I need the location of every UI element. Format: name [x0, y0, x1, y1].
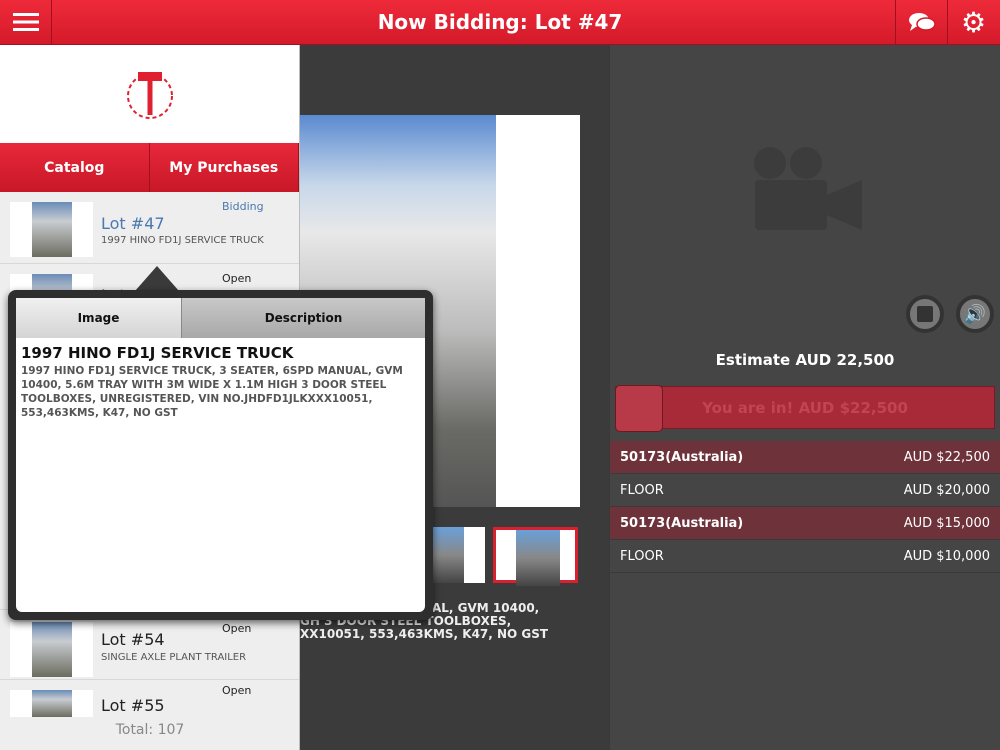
lot-status: Bidding	[222, 200, 264, 213]
bid-amount: AUD $22,500	[903, 449, 990, 465]
stop-icon	[917, 306, 933, 322]
popover-tab-description[interactable]: Description	[181, 298, 425, 338]
bid-amount: AUD $20,000	[903, 482, 990, 498]
lot-description: SINGLE AXLE PLANT TRAILER	[101, 652, 247, 663]
video-camera-icon	[754, 147, 862, 230]
estimate-label: Estimate AUD 22,500	[715, 351, 895, 369]
gears-icon: ⚙	[960, 5, 987, 39]
tab-catalog[interactable]: Catalog	[0, 143, 150, 192]
popover-arrow	[135, 266, 179, 291]
bidder: FLOOR	[620, 548, 664, 564]
settings-button[interactable]: ⚙	[947, 0, 999, 44]
bid-slider-label: You are in! AUD $22,500	[702, 399, 908, 417]
image-thumbnail-selected[interactable]	[493, 527, 578, 586]
lot-list-item[interactable]: Lot #55 Open	[0, 680, 299, 750]
lot-description: 1997 HINO FD1J SERVICE TRUCK	[101, 235, 264, 246]
lot-info-popover: Image Description 1997 HINO FD1J SERVICE…	[8, 290, 433, 620]
sound-button[interactable]: 🔊	[956, 295, 994, 333]
stop-button[interactable]	[906, 295, 944, 333]
bidding-panel: 🔊 Estimate AUD 22,500 You are in! AUD $2…	[610, 45, 1000, 750]
bid-amount: AUD $15,000	[903, 515, 990, 531]
popover-tab-image[interactable]: Image	[16, 298, 181, 338]
chat-button[interactable]	[895, 0, 947, 44]
lot-status: Open	[222, 684, 252, 697]
lot-list-item[interactable]: Lot #54 SINGLE AXLE PLANT TRAILER Open	[0, 610, 299, 680]
popover-description: 1997 HINO FD1J SERVICE TRUCK, 3 SEATER, …	[21, 365, 403, 419]
bidder: 50173(Australia)	[620, 515, 744, 531]
bidder: 50173(Australia)	[620, 449, 744, 465]
bid-history: 50173(Australia) AUD $22,500 FLOOR AUD $20…	[610, 441, 1000, 573]
south-coast-auctions-logo	[126, 72, 173, 119]
tab-my-purchases[interactable]: My Purchases	[149, 143, 299, 192]
bid-amount: AUD $10,000	[903, 548, 990, 564]
lot-thumbnail	[10, 202, 93, 257]
logo	[0, 45, 299, 143]
bidder: FLOOR	[620, 482, 664, 498]
lot-number: Lot #54	[101, 630, 165, 649]
bid-history-row: FLOOR AUD $20,000	[610, 474, 1000, 507]
lot-status: Open	[222, 272, 252, 285]
header-bar: Now Bidding: Lot #47 ⚙	[0, 0, 1000, 45]
lot-thumbnail	[10, 622, 93, 677]
chat-bubbles-icon	[908, 13, 936, 31]
bid-history-row: FLOOR AUD $10,000	[610, 540, 1000, 573]
bid-history-row: 50173(Australia) AUD $22,500	[610, 441, 1000, 474]
popover-title: 1997 HINO FD1J SERVICE TRUCK	[21, 344, 294, 362]
lot-number: Lot #47	[101, 214, 165, 233]
lot-total: Total: 107	[115, 722, 185, 738]
bid-slider[interactable]: You are in! AUD $22,500	[615, 386, 995, 429]
lot-status: Open	[222, 622, 252, 635]
speaker-icon: 🔊	[963, 303, 987, 325]
page-title: Now Bidding: Lot #47	[377, 10, 623, 34]
lot-list-item[interactable]: Lot #47 1997 HINO FD1J SERVICE TRUCK Bid…	[0, 192, 299, 264]
lot-number: Lot #55	[101, 696, 165, 715]
bid-slider-handle[interactable]	[615, 385, 663, 432]
lot-thumbnail	[10, 690, 93, 717]
bid-history-row: 50173(Australia) AUD $15,000	[610, 507, 1000, 540]
description-line: XX10051, 553,463KMS, K47, NO GST	[300, 627, 549, 641]
